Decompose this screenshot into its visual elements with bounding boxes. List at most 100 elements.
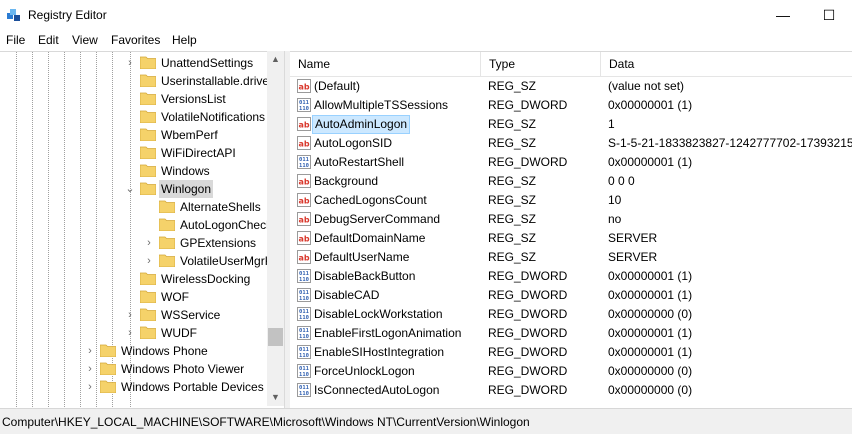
tree-node-label: WiFiDirectAPI — [161, 146, 236, 160]
value-type: REG_DWORD — [488, 364, 568, 378]
value-row[interactable]: 011 110 EnableFirstLogonAnimation REG_DWORD… — [290, 324, 852, 343]
minimize-button[interactable]: — — [760, 0, 806, 30]
value-row[interactable]: ab CachedLogonsCount REG_SZ 10 — [290, 191, 852, 210]
svg-text:110: 110 — [299, 277, 309, 283]
binary-value-icon: 011110 — [297, 345, 311, 359]
value-data: 0x00000001 (1) — [608, 288, 693, 302]
svg-text:ab: ab — [298, 254, 309, 263]
tree-node-label: WSService — [161, 308, 221, 322]
menu-edit[interactable]: Edit — [38, 33, 59, 47]
value-row[interactable]: 011 110 AutoRestartShell REG_DWORD 0x0000000… — [290, 153, 852, 172]
tree-guide-line — [16, 52, 17, 407]
value-type: REG_DWORD — [488, 269, 568, 283]
expand-chevron-icon[interactable]: › — [143, 234, 155, 252]
folder-icon — [140, 272, 156, 285]
expand-chevron-icon[interactable]: › — [143, 252, 155, 270]
tree-vertical-scrollbar[interactable]: ▲ ▼ — [267, 51, 284, 406]
value-row[interactable]: 011 110 DisableCAD REG_DWORD 0x00000001 (1) — [290, 286, 852, 305]
registry-key-tree[interactable]: › UnattendSettings Userinstallable.drivers… — [0, 51, 284, 407]
maximize-button[interactable]: ☐ — [806, 0, 852, 30]
value-row[interactable]: ab Background REG_SZ 0 0 0 — [290, 172, 852, 191]
value-type: REG_SZ — [488, 79, 537, 93]
string-value-icon: ab — [297, 250, 311, 264]
value-row[interactable]: 011 110 DisableBackButton REG_DWORD 0x000000… — [290, 267, 852, 286]
string-value-icon: ab — [297, 193, 311, 207]
value-name: IsConnectedAutoLogon — [314, 383, 440, 397]
svg-text:110: 110 — [299, 315, 309, 321]
folder-icon — [159, 200, 175, 213]
menu-favorites[interactable]: Favorites — [111, 33, 160, 47]
value-row[interactable]: 011 110 DisableLockWorkstation REG_DWORD 0x0… — [290, 305, 852, 324]
tree-guide-line — [80, 52, 81, 407]
value-row[interactable]: 011 110 EnableSIHostIntegration REG_DWORD 0x… — [290, 343, 852, 362]
status-bar: Computer\HKEY_LOCAL_MACHINE\SOFTWARE\Mic… — [0, 408, 852, 434]
value-data: no — [608, 212, 622, 226]
column-header-data[interactable]: Data — [601, 52, 852, 76]
binary-value-icon: 011110 — [297, 307, 311, 321]
registry-values-list[interactable]: Name Type Data ab (Default) REG_SZ (value n… — [290, 51, 852, 407]
binary-value-icon: 011110 — [297, 155, 311, 169]
value-type: REG_SZ — [488, 174, 537, 188]
value-name: AutoLogonSID — [314, 136, 393, 150]
value-type: REG_SZ — [488, 250, 537, 264]
value-row[interactable]: 011 110 IsConnectedAutoLogon REG_DWORD 0x000… — [290, 381, 852, 400]
title-bar: Registry Editor — ☐ — [0, 0, 852, 30]
string-value-icon: ab — [297, 79, 311, 93]
value-name: AutoRestartShell — [314, 155, 405, 169]
expand-chevron-icon[interactable]: › — [84, 342, 96, 360]
collapse-chevron-icon[interactable]: ⌄ — [124, 180, 136, 198]
folder-icon — [140, 56, 156, 69]
tree-node-label: WUDF — [161, 326, 197, 340]
svg-text:ab: ab — [298, 235, 309, 244]
value-row[interactable]: ab AutoLogonSID REG_SZ S-1-5-21-1833823827-… — [290, 134, 852, 153]
folder-icon — [140, 92, 156, 105]
folder-icon — [159, 254, 175, 267]
column-header-name[interactable]: Name — [290, 52, 481, 76]
value-row[interactable]: 011 110 AllowMultipleTSSessions REG_DWORD 0x… — [290, 96, 852, 115]
scroll-up-arrow-icon[interactable]: ▲ — [267, 51, 284, 68]
expand-chevron-icon[interactable]: › — [124, 54, 136, 72]
menu-view[interactable]: View — [72, 33, 98, 47]
folder-icon — [140, 290, 156, 303]
column-header-type[interactable]: Type — [481, 52, 601, 76]
value-type: REG_SZ — [488, 212, 537, 226]
scroll-down-arrow-icon[interactable]: ▼ — [267, 389, 284, 406]
value-data: 0 0 0 — [608, 174, 635, 188]
expand-chevron-icon[interactable]: › — [84, 378, 96, 396]
value-row[interactable]: ab DefaultUserName REG_SZ SERVER — [290, 248, 852, 267]
folder-icon — [100, 344, 116, 357]
key-path: Computer\HKEY_LOCAL_MACHINE\SOFTWARE\Mic… — [2, 415, 530, 429]
value-row[interactable]: ab AutoAdminLogon REG_SZ 1 — [290, 115, 852, 134]
value-row[interactable]: ab DebugServerCommand REG_SZ no — [290, 210, 852, 229]
registry-editor-icon — [7, 9, 20, 21]
svg-text:110: 110 — [299, 106, 309, 112]
value-name: DebugServerCommand — [314, 212, 441, 226]
value-data: 0x00000000 (0) — [608, 364, 693, 378]
value-type: REG_DWORD — [488, 345, 568, 359]
menu-help[interactable]: Help — [172, 33, 197, 47]
tree-node-label: UnattendSettings — [161, 56, 254, 70]
value-row[interactable]: ab DefaultDomainName REG_SZ SERVER — [290, 229, 852, 248]
svg-text:ab: ab — [298, 216, 309, 225]
string-value-icon: ab — [297, 212, 311, 226]
value-row[interactable]: ab (Default) REG_SZ (value not set) — [290, 77, 852, 96]
value-data: 0x00000001 (1) — [608, 326, 693, 340]
svg-text:110: 110 — [299, 296, 309, 302]
value-name: DefaultDomainName — [314, 231, 426, 245]
svg-text:ab: ab — [298, 121, 309, 130]
folder-icon — [100, 362, 116, 375]
scrollbar-thumb[interactable] — [268, 328, 283, 346]
value-row[interactable]: 011 110 ForceUnlockLogon REG_DWORD 0x0000000… — [290, 362, 852, 381]
folder-icon — [159, 236, 175, 249]
folder-icon — [140, 128, 156, 141]
folder-icon — [140, 326, 156, 339]
menu-file[interactable]: File — [6, 33, 25, 47]
tree-node-label: Windows — [161, 164, 210, 178]
value-type: REG_DWORD — [488, 307, 568, 321]
binary-value-icon: 011110 — [297, 288, 311, 302]
expand-chevron-icon[interactable]: › — [124, 306, 136, 324]
expand-chevron-icon[interactable]: › — [84, 360, 96, 378]
value-data: (value not set) — [608, 79, 685, 93]
expand-chevron-icon[interactable]: › — [124, 324, 136, 342]
tree-guide-line — [32, 52, 33, 407]
